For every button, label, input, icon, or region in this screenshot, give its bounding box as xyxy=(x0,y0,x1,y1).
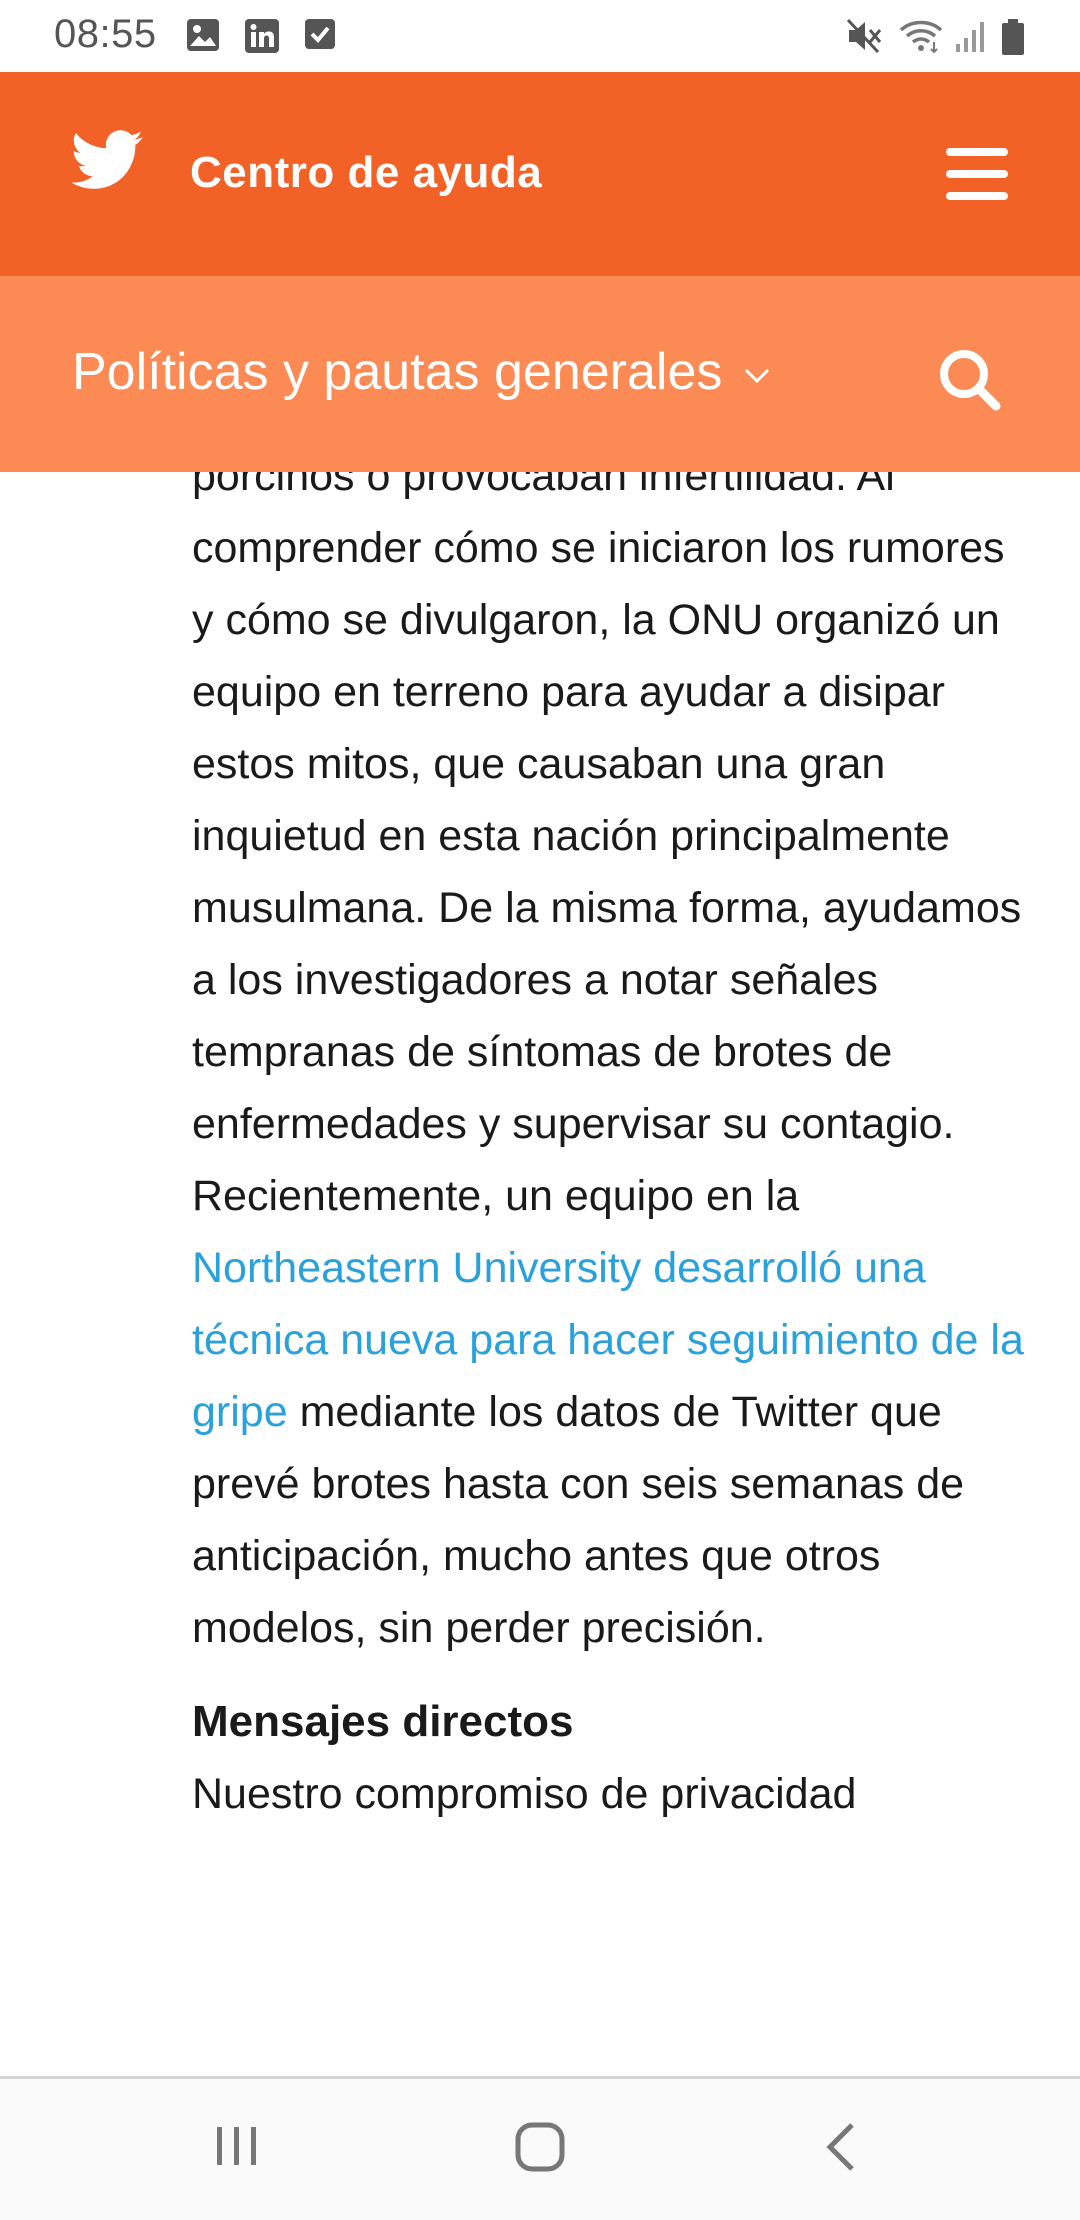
mute-icon xyxy=(846,18,884,54)
recent-apps-icon[interactable] xyxy=(212,2121,262,2176)
section-dropdown-label: Políticas y pautas generales xyxy=(72,343,723,401)
status-time: 08:55 xyxy=(54,12,157,56)
wifi-icon xyxy=(898,18,944,54)
section-heading: Mensajes directos xyxy=(192,1697,574,1746)
back-icon[interactable] xyxy=(822,2121,862,2178)
chevron-down-icon xyxy=(745,368,770,384)
screen: 08:55 Centro de ayuda Políticas y pautas… xyxy=(0,0,1080,2220)
section-dropdown[interactable]: Políticas y pautas generales xyxy=(72,342,770,402)
article-content: porcinos o provocaban infertilidad. Al c… xyxy=(0,440,1080,2076)
article-body: porcinos o provocaban infertilidad. Al c… xyxy=(192,440,1024,1830)
clipped-paragraph: Nuestro compromiso de privacidad xyxy=(192,1770,857,1818)
app-header: Centro de ayuda xyxy=(0,72,1080,276)
image-icon xyxy=(186,18,220,52)
twitter-bird-icon[interactable] xyxy=(70,130,144,190)
linkedin-icon xyxy=(244,18,280,53)
battery-icon xyxy=(1000,18,1026,55)
signal-icon xyxy=(954,18,988,52)
search-icon[interactable] xyxy=(936,346,1002,412)
home-icon[interactable] xyxy=(514,2121,566,2178)
article-paragraph: porcinos o provocaban infertilidad. Al c… xyxy=(192,440,1024,1664)
checkbox-icon xyxy=(304,18,336,52)
header-title: Centro de ayuda xyxy=(190,148,543,197)
paragraph-text-after-link: mediante los datos de Twitter que prevé … xyxy=(192,1388,965,1652)
system-nav-bar xyxy=(0,2076,1080,2220)
paragraph-text-before-link: Al comprender cómo se iniciaron los rumo… xyxy=(192,452,1022,1220)
status-bar: 08:55 xyxy=(0,0,1080,72)
hamburger-menu-icon[interactable] xyxy=(946,146,1008,202)
section-bar: Políticas y pautas generales xyxy=(0,276,1080,472)
